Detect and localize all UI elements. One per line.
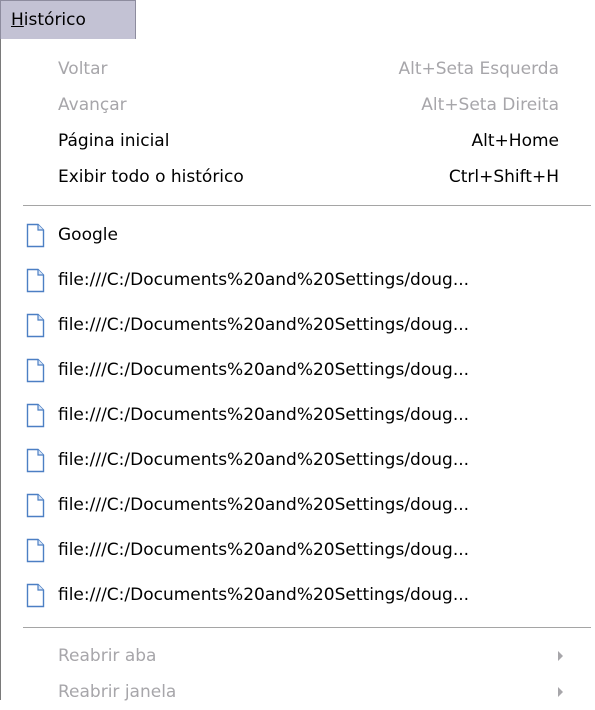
history-item-label: file:///C:/Documents%20and%20Settings/do…	[58, 270, 470, 290]
shortcut-label: Ctrl+Shift+H	[448, 167, 559, 187]
menu-historico[interactable]: Histórico	[0, 0, 136, 40]
document-icon	[26, 538, 45, 563]
history-item-label: file:///C:/Documents%20and%20Settings/do…	[58, 540, 470, 560]
document-icon	[26, 313, 45, 338]
menu-item-pagina-inicial[interactable]: Página inicial Alt+Home	[1, 123, 581, 159]
menu-item-reabrir-janela[interactable]: Reabrir janela	[1, 674, 581, 710]
history-item[interactable]: Google	[1, 217, 581, 253]
history-item[interactable]: file:///C:/Documents%20and%20Settings/do…	[1, 397, 581, 433]
history-item-label: file:///C:/Documents%20and%20Settings/do…	[58, 585, 470, 605]
historico-dropdown: Voltar Alt+Seta Esquerda Avançar Alt+Set…	[0, 39, 595, 702]
shortcut-label: Alt+Seta Esquerda	[398, 59, 559, 79]
menu-item-label: Reabrir janela	[58, 682, 177, 702]
history-item[interactable]: file:///C:/Documents%20and%20Settings/do…	[1, 532, 581, 568]
menu-accelerator: H	[11, 10, 24, 30]
menu-item-label: Exibir todo o histórico	[58, 167, 244, 187]
history-item-label: file:///C:/Documents%20and%20Settings/do…	[58, 405, 470, 425]
shortcut-label: Alt+Seta Direita	[421, 95, 559, 115]
document-icon	[26, 223, 45, 248]
document-icon	[26, 268, 45, 293]
history-item[interactable]: file:///C:/Documents%20and%20Settings/do…	[1, 262, 581, 298]
document-icon	[26, 403, 45, 428]
document-icon	[26, 583, 45, 608]
chevron-right-icon	[558, 651, 563, 661]
history-item-label: file:///C:/Documents%20and%20Settings/do…	[58, 495, 470, 515]
shortcut-label: Alt+Home	[471, 131, 559, 151]
history-item[interactable]: file:///C:/Documents%20and%20Settings/do…	[1, 352, 581, 388]
document-icon	[26, 493, 45, 518]
history-item-label: file:///C:/Documents%20and%20Settings/do…	[58, 360, 470, 380]
menu-separator	[23, 205, 591, 206]
chevron-right-icon	[558, 687, 563, 697]
history-item[interactable]: file:///C:/Documents%20and%20Settings/do…	[1, 307, 581, 343]
history-item[interactable]: file:///C:/Documents%20and%20Settings/do…	[1, 577, 581, 613]
document-icon	[26, 358, 45, 383]
menu-separator	[23, 627, 591, 628]
menu-item-label: Reabrir aba	[58, 646, 157, 666]
menu-item-exibir-historico[interactable]: Exibir todo o histórico Ctrl+Shift+H	[1, 159, 581, 195]
history-item-label: file:///C:/Documents%20and%20Settings/do…	[58, 315, 470, 335]
menu-item-voltar[interactable]: Voltar Alt+Seta Esquerda	[1, 51, 581, 87]
menu-item-label: Avançar	[58, 95, 127, 115]
history-item-label: file:///C:/Documents%20and%20Settings/do…	[58, 450, 470, 470]
history-item-label: Google	[58, 225, 118, 245]
menu-item-label: Página inicial	[58, 131, 170, 151]
history-item[interactable]: file:///C:/Documents%20and%20Settings/do…	[1, 442, 581, 478]
menu-item-avancar[interactable]: Avançar Alt+Seta Direita	[1, 87, 581, 123]
document-icon	[26, 448, 45, 473]
menu-item-reabrir-aba[interactable]: Reabrir aba	[1, 638, 581, 674]
history-item[interactable]: file:///C:/Documents%20and%20Settings/do…	[1, 487, 581, 523]
menu-title: istórico	[23, 10, 86, 30]
menu-item-label: Voltar	[58, 59, 108, 79]
